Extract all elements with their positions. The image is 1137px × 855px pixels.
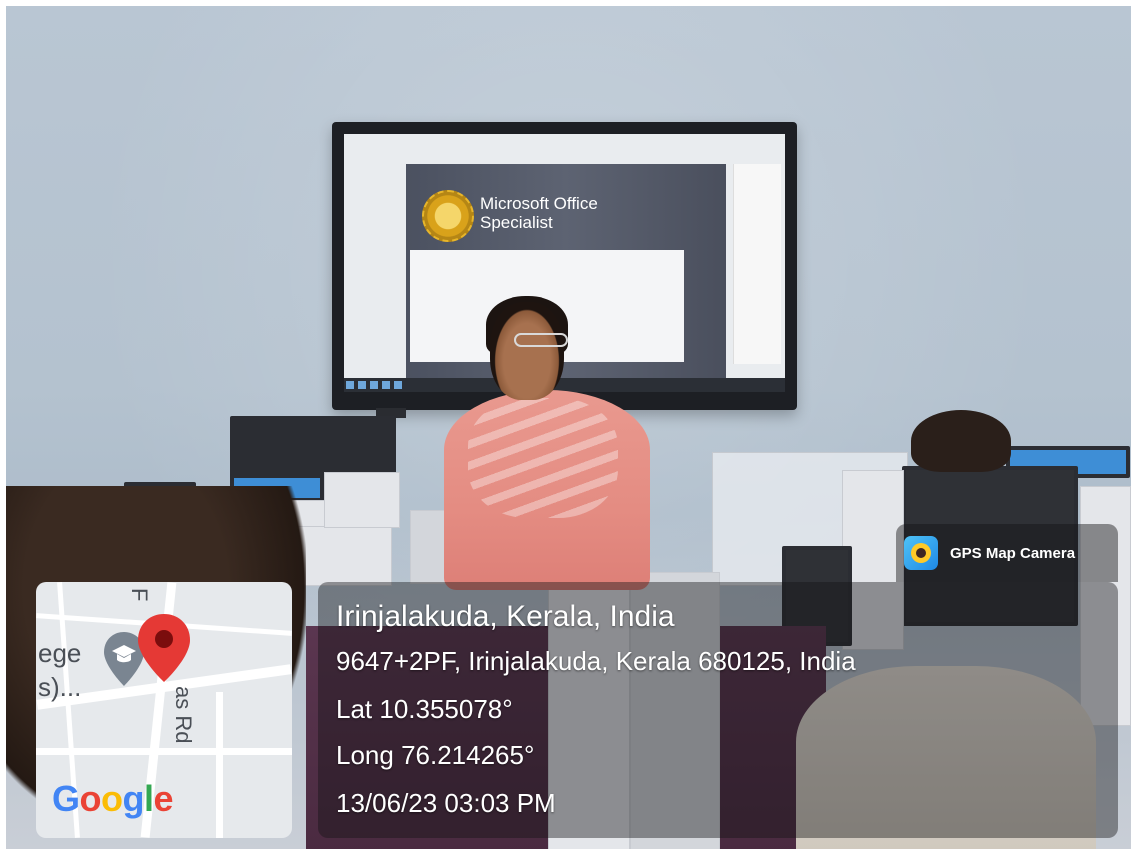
map-place-label: ege <box>38 638 82 668</box>
student-head <box>911 410 1011 472</box>
address: 9647+2PF, Irinjalakuda, Kerala 680125, I… <box>336 646 856 676</box>
gps-camera-tag: GPS Map Camera <box>896 524 1118 582</box>
map-place-label: s)... <box>38 672 82 702</box>
geotag-info-panel: Irinjalakuda, Kerala, India 9647+2PF, Ir… <box>318 582 1118 838</box>
mos-badge-icon <box>422 190 474 242</box>
slide-title-line2: Specialist <box>480 213 553 232</box>
map-thumbnail[interactable]: ege s)... F as Rd Google <box>36 582 292 838</box>
gps-app-label: GPS Map Camera <box>950 544 1076 562</box>
map-road <box>216 692 223 838</box>
tv-screen: Microsoft Office Specialist <box>344 134 785 392</box>
instructor-face <box>490 302 564 400</box>
timestamp: 13/06/23 03:03 PM <box>336 788 556 818</box>
cubicle <box>324 472 400 528</box>
instructor-scarf <box>468 398 618 518</box>
location-pin-icon <box>138 614 190 682</box>
slide-title: Microsoft Office Specialist <box>480 194 598 232</box>
gps-map-camera-icon <box>904 536 938 570</box>
map-road-label: as Rd <box>171 686 196 744</box>
google-logo: Google <box>52 778 174 819</box>
glasses <box>514 333 568 347</box>
wall-tv: Microsoft Office Specialist <box>332 122 797 410</box>
map-road <box>36 748 292 755</box>
map-road-label: F <box>127 588 152 602</box>
latitude: Lat 10.355078° <box>336 694 513 724</box>
longitude: Long 76.214265° <box>336 740 535 770</box>
slide-title-line1: Microsoft Office <box>480 194 598 213</box>
slide-sidebar <box>733 164 781 364</box>
place-name: Irinjalakuda, Kerala, India <box>336 600 675 633</box>
